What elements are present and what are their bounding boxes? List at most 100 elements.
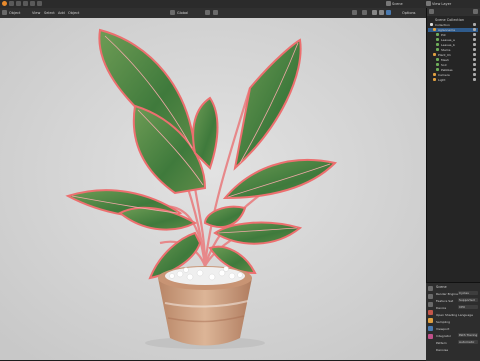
property-label: Open Shading Language xyxy=(436,313,473,317)
window-menu-icon[interactable] xyxy=(30,1,35,6)
property-label: Sampling xyxy=(436,320,451,324)
visibility-eye-icon[interactable] xyxy=(473,48,476,51)
outliner-item-label: Camera xyxy=(438,73,450,77)
transform-orientation[interactable]: Global xyxy=(177,11,188,15)
property-value: Automatic xyxy=(459,340,475,344)
blender-logo-icon[interactable] xyxy=(2,1,7,6)
viewport-header: Object View Select Add Object Global Opt… xyxy=(0,8,426,18)
3d-viewport[interactable]: User Perspective (1) Collection xyxy=(0,18,426,360)
properties-panel: Scene Render Engine Cycles Feature Set Supp… xyxy=(426,282,480,361)
object-icon xyxy=(436,43,439,46)
property-value-field[interactable]: Path Tracing xyxy=(458,333,478,337)
outliner-editor-icon[interactable] xyxy=(429,9,434,14)
view-layer-selector[interactable]: View Layer xyxy=(432,2,451,6)
top-bar: Scene View Layer xyxy=(0,0,480,8)
flower-pot xyxy=(158,266,252,346)
visibility-eye-icon[interactable] xyxy=(473,43,476,46)
snap-icon[interactable] xyxy=(205,10,210,15)
xray-icon[interactable] xyxy=(362,10,367,15)
visibility-eye-icon[interactable] xyxy=(473,33,476,36)
object-icon xyxy=(436,38,439,41)
outliner-title: Scene Collection xyxy=(435,18,465,22)
view-layer-icon[interactable] xyxy=(426,1,431,6)
outliner-item-label: Leaves_a xyxy=(441,38,455,42)
scene-icon[interactable] xyxy=(386,1,391,6)
outliner-item[interactable]: Plant_01 xyxy=(428,53,478,57)
property-label: Viewport xyxy=(436,327,450,331)
proportional-edit-icon[interactable] xyxy=(213,10,218,15)
material-properties-icon[interactable] xyxy=(428,334,433,339)
editor-type-icon[interactable] xyxy=(2,10,7,15)
object-properties-icon[interactable] xyxy=(428,318,433,323)
collection-icon xyxy=(430,23,433,26)
property-label: Denoise xyxy=(436,348,449,352)
add-menu[interactable]: Add xyxy=(58,11,65,15)
property-label: Device xyxy=(436,306,447,310)
outliner-item[interactable]: Collection xyxy=(428,23,478,27)
interaction-mode[interactable]: Object xyxy=(9,11,20,15)
property-value: CPU xyxy=(459,305,466,309)
rendered-shading-icon[interactable] xyxy=(386,10,391,15)
visibility-eye-icon[interactable] xyxy=(473,58,476,61)
visibility-eye-icon[interactable] xyxy=(473,28,476,31)
property-value: Path Tracing xyxy=(459,333,478,337)
object-icon xyxy=(436,48,439,51)
visibility-eye-icon[interactable] xyxy=(473,68,476,71)
object-icon xyxy=(433,28,436,31)
help-menu-icon[interactable] xyxy=(37,1,42,6)
outliner-item-label: Pot xyxy=(441,33,446,37)
output-properties-icon[interactable] xyxy=(428,294,433,299)
outliner-item[interactable]: Pebbles xyxy=(428,68,478,72)
property-label: Pattern xyxy=(436,341,447,345)
outliner-item[interactable]: Light xyxy=(428,78,478,82)
visibility-eye-icon[interactable] xyxy=(473,38,476,41)
plant-render xyxy=(0,18,426,360)
object-menu[interactable]: Object xyxy=(68,11,79,15)
visibility-eye-icon[interactable] xyxy=(473,63,476,66)
outliner-item[interactable]: Pot xyxy=(428,33,478,37)
property-value-field[interactable]: Automatic xyxy=(458,340,478,344)
overlay-icon[interactable] xyxy=(352,10,357,15)
property-value-field[interactable]: Cycles xyxy=(458,291,478,295)
view-menu[interactable]: View xyxy=(32,11,40,15)
property-value: Cycles xyxy=(459,291,469,295)
visibility-eye-icon[interactable] xyxy=(473,78,476,81)
property-value-field[interactable]: CPU xyxy=(458,305,478,309)
outliner-item-label: Aglaonema xyxy=(438,28,455,32)
outliner-item[interactable]: Mesh xyxy=(428,58,478,62)
properties-title: Scene xyxy=(436,285,447,289)
outliner-item[interactable]: Leaves_a xyxy=(428,38,478,42)
outliner-item-label: Stems xyxy=(441,48,451,52)
visibility-eye-icon[interactable] xyxy=(473,23,476,26)
outliner-item[interactable]: Stems xyxy=(428,48,478,52)
outliner-item[interactable]: Soil xyxy=(428,63,478,67)
material-shading-icon[interactable] xyxy=(379,10,384,15)
outliner-header xyxy=(427,8,480,16)
select-menu[interactable]: Select xyxy=(44,11,55,15)
file-menu-icon[interactable] xyxy=(9,1,14,6)
render-properties-icon[interactable] xyxy=(428,286,433,291)
outliner-item[interactable]: Leaves_b xyxy=(428,43,478,47)
property-value-field[interactable]: Supported xyxy=(458,298,478,302)
property-label: Integrator xyxy=(436,334,452,338)
outliner-item-label: Collection xyxy=(435,23,450,27)
object-icon xyxy=(433,78,436,81)
scene-selector[interactable]: Scene xyxy=(392,2,403,6)
world-properties-icon[interactable] xyxy=(428,310,433,315)
property-label: Feature Set xyxy=(436,299,454,303)
edit-menu-icon[interactable] xyxy=(16,1,21,6)
visibility-eye-icon[interactable] xyxy=(473,73,476,76)
modifier-properties-icon[interactable] xyxy=(428,326,433,331)
outliner-item[interactable]: Camera xyxy=(428,73,478,77)
render-menu-icon[interactable] xyxy=(23,1,28,6)
object-icon xyxy=(436,33,439,36)
outliner-item[interactable]: Aglaonema xyxy=(428,28,478,32)
object-icon xyxy=(433,53,436,56)
transform-orientation-icon[interactable] xyxy=(170,10,175,15)
visibility-eye-icon[interactable] xyxy=(473,53,476,56)
scene-properties-icon[interactable] xyxy=(428,302,433,307)
property-value: Supported xyxy=(459,298,475,302)
filter-icon[interactable] xyxy=(473,9,478,14)
solid-shading-icon[interactable] xyxy=(372,10,377,15)
options-menu[interactable]: Options xyxy=(402,11,416,15)
